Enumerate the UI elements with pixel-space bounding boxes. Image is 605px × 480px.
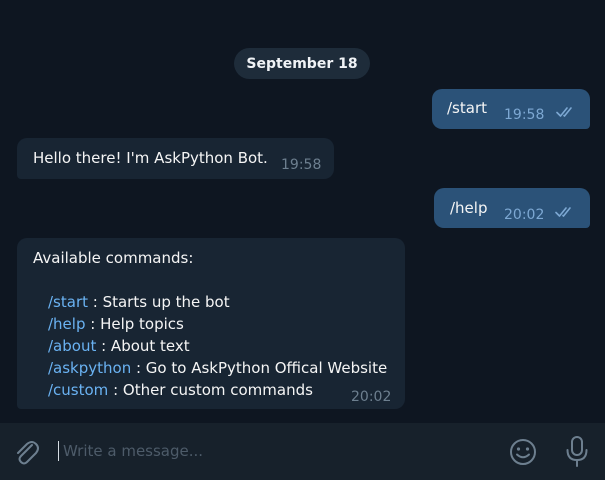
command-description: : Go to AskPython Offical Website [131,359,388,377]
incoming-message[interactable]: Hello there! I'm AskPython Bot. 19:58 [17,138,334,179]
command-link[interactable]: /about [48,337,96,355]
outgoing-message[interactable]: /help 20:02 [434,188,590,228]
message-input[interactable] [63,439,483,463]
command-description: : Starts up the bot [88,293,230,311]
command-description: : Other custom commands [108,381,313,399]
commands-heading: Available commands: [33,249,194,267]
command-line: /help : Help topics [48,313,184,335]
double-check-icon [555,207,571,217]
message-time: 20:02 [351,389,392,405]
emoji-icon[interactable] [508,437,538,467]
message-time: 19:58 [281,157,322,173]
command-link[interactable]: /help [48,315,85,333]
text-caret [58,441,59,461]
message-text: /start [447,99,487,117]
command-description: : About text [96,337,190,355]
microphone-icon[interactable] [564,435,590,469]
command-link[interactable]: /custom [48,381,108,399]
chat-history[interactable]: September 18 /start 19:58 Hello there! I… [0,0,605,423]
command-link[interactable]: /start [48,293,88,311]
command-line: /custom : Other custom commands [48,379,313,401]
message-time: 19:58 [504,107,545,123]
command-line: /askpython : Go to AskPython Offical Web… [48,357,387,379]
message-text: /help [450,199,488,217]
command-line: /start : Starts up the bot [48,291,230,313]
outgoing-message[interactable]: /start 19:58 [432,89,590,129]
command-line: /about : About text [48,335,190,357]
message-time: 20:02 [504,207,545,223]
incoming-message[interactable]: Available commands: /start : Starts up t… [17,238,405,409]
double-check-icon [556,107,572,117]
date-separator: September 18 [234,48,370,79]
paperclip-icon[interactable] [12,437,40,467]
command-description: : Help topics [85,315,184,333]
date-label: September 18 [246,55,358,72]
command-link[interactable]: /askpython [48,359,131,377]
message-text: Hello there! I'm AskPython Bot. [33,149,268,167]
